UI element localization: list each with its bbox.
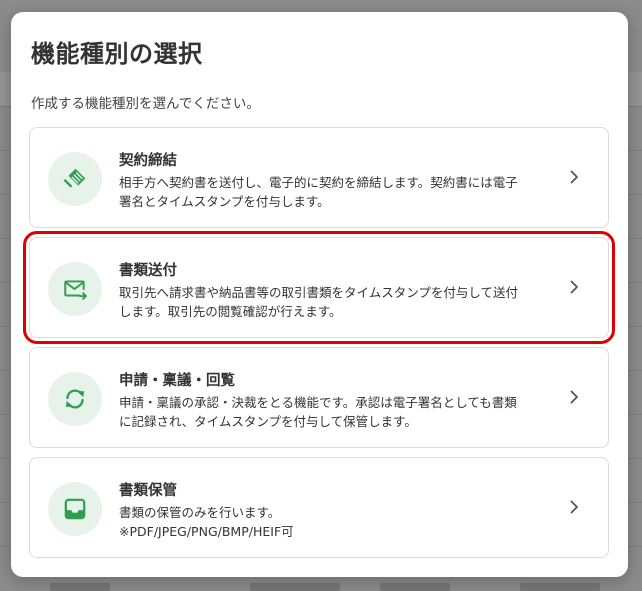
option-text: 契約締結 相手方へ契約書を送付し、電子的に契約を締結します。契約書には電子 署名と… [119, 149, 559, 211]
option-icon-circle [48, 482, 102, 536]
option-description-line: 署名とタイムスタンプを付与します。 [119, 194, 330, 209]
option-description-line: します。取引先の閲覧確認が行えます。 [119, 304, 342, 319]
option-title: 申請・稟議・回覧 [119, 373, 235, 389]
sync-icon [65, 389, 85, 409]
chevron-right-icon [570, 280, 578, 294]
option-document-storage[interactable]: 書類保管 書類の保管のみを行います。 ※PDF/JPEG/PNG/BMP/HEIF… [29, 457, 609, 558]
dialog-title: 機能種別の選択 [31, 40, 203, 68]
background-cell [380, 583, 450, 591]
option-text: 申請・稟議・回覧 申請・稟議の承認・決裁をとる機能です。承認は電子署名としても書… [119, 369, 559, 431]
option-description-line: に記録され、タイムスタンプを付与して保管します。 [119, 414, 417, 429]
inbox-icon [64, 498, 86, 520]
option-title: 書類送付 [119, 263, 177, 279]
function-option-list: 契約締結 相手方へ契約書を送付し、電子的に契約を締結します。契約書には電子 署名と… [23, 127, 615, 567]
option-icon-circle [48, 152, 102, 206]
option-contract[interactable]: 契約締結 相手方へ契約書を送付し、電子的に契約を締結します。契約書には電子 署名と… [29, 127, 609, 228]
option-approval-workflow[interactable]: 申請・稟議・回覧 申請・稟議の承認・決裁をとる機能です。承認は電子署名としても書… [29, 347, 609, 448]
option-description: 申請・稟議の承認・決裁をとる機能です。承認は電子署名としても書類 に記録され、タイ… [119, 393, 559, 431]
function-type-dialog: 機能種別の選択 作成する機能種別を選んでください。 契約締結 相手方へ契約書を送… [11, 12, 628, 577]
option-description-line: 申請・稟議の承認・決裁をとる機能です。承認は電子署名としても書類 [119, 395, 517, 410]
option-title: 契約締結 [119, 153, 177, 169]
option-text: 書類保管 書類の保管のみを行います。 ※PDF/JPEG/PNG/BMP/HEIF… [119, 479, 559, 541]
chevron-right-icon [570, 390, 578, 404]
option-document-send[interactable]: 書類送付 取引先へ請求書や納品書等の取引書類をタイムスタンプを付与して送付 します… [23, 231, 615, 344]
option-description-line: ※PDF/JPEG/PNG/BMP/HEIF可 [119, 524, 294, 539]
option-description-line: 相手方へ契約書を送付し、電子的に契約を締結します。契約書には電子 [119, 175, 518, 190]
option-description-line: 書類の保管のみを行います。 [119, 505, 281, 520]
option-icon-circle [48, 372, 102, 426]
option-description: 相手方へ契約書を送付し、電子的に契約を締結します。契約書には電子 署名とタイムスタ… [119, 173, 559, 211]
background-cell [520, 583, 600, 591]
option-description-line: 取引先へ請求書や納品書等の取引書類をタイムスタンプを付与して送付 [119, 285, 519, 300]
option-description: 書類の保管のみを行います。 ※PDF/JPEG/PNG/BMP/HEIF可 [119, 503, 559, 541]
dialog-subtitle: 作成する機能種別を選んでください。 [31, 96, 260, 112]
handshake-icon [63, 168, 86, 188]
option-title: 書類保管 [119, 483, 177, 499]
chevron-right-icon [570, 170, 578, 184]
option-icon-circle [48, 262, 102, 316]
option-text: 書類送付 取引先へ請求書や納品書等の取引書類をタイムスタンプを付与して送付 します… [119, 259, 559, 321]
chevron-right-icon [570, 500, 578, 514]
mail-send-icon [64, 280, 87, 300]
option-description: 取引先へ請求書や納品書等の取引書類をタイムスタンプを付与して送付 します。取引先の… [119, 283, 559, 321]
background-cell [50, 583, 110, 591]
background-cell [250, 583, 340, 591]
